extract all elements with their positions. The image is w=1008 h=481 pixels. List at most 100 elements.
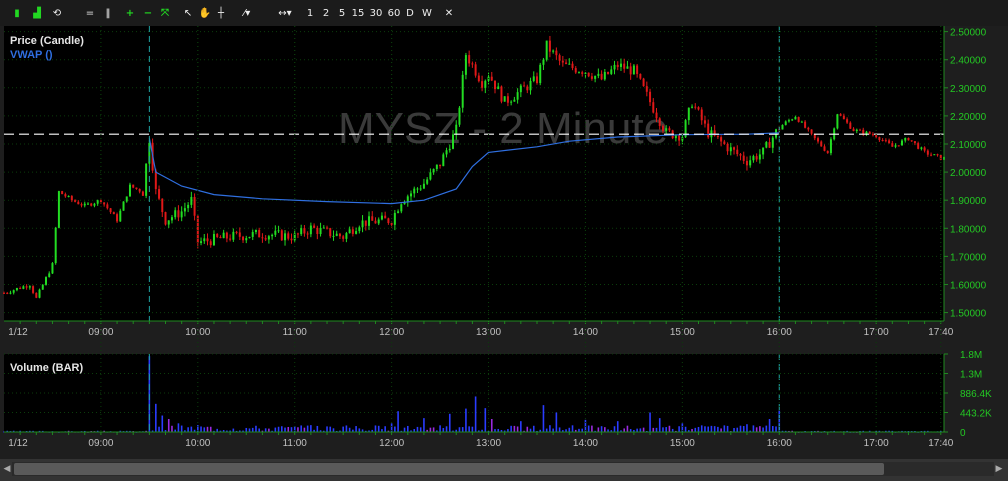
candle-body [361, 220, 364, 228]
volume-bar [684, 426, 687, 432]
draw-line-icon[interactable]: ⁄▾ [236, 6, 258, 22]
volume-bar [161, 415, 164, 432]
pause-icon[interactable]: ‖ [102, 6, 114, 22]
candle-body [755, 156, 758, 160]
candle-body [532, 76, 535, 81]
timeframe-15-button[interactable]: 15 [350, 6, 366, 22]
candle-body [180, 211, 183, 218]
candle-body [526, 86, 529, 91]
candle-body [590, 76, 593, 79]
price-panel[interactable] [4, 26, 944, 321]
volume-bar [345, 425, 348, 432]
candle-body [545, 40, 548, 60]
volume-bar [542, 405, 545, 432]
volume-bar [658, 418, 661, 432]
volume-x-tick-label: 1/12 [8, 438, 28, 449]
timeframe-1-button[interactable]: 1 [304, 6, 316, 22]
volume-bar [616, 421, 619, 432]
candle-body [639, 73, 642, 79]
candle-body [687, 107, 690, 121]
pointer-icon[interactable]: ↖ [182, 6, 194, 22]
candle-body [439, 164, 442, 167]
candle-body [610, 69, 613, 74]
timeframe-2-button[interactable]: 2 [320, 6, 332, 22]
crosshair-icon[interactable]: ┼ [214, 6, 228, 22]
chart-watermark: MYSZ - 2 Minute [338, 104, 668, 153]
candle-body [568, 63, 571, 65]
volume-bar [416, 426, 419, 432]
candle-body [733, 147, 736, 150]
volume-bar [600, 426, 603, 432]
scroll-horizontal-icon[interactable]: ↔▾ [274, 6, 296, 22]
timeframe-5-button[interactable]: 5 [336, 6, 348, 22]
fit-screen-icon[interactable]: ⤧ [158, 6, 172, 22]
candle-body [745, 160, 748, 166]
timeframe-weekly-button[interactable]: W [420, 6, 434, 22]
timeframe-30-button[interactable]: 30 [368, 6, 384, 22]
equal-lines-icon[interactable]: = [84, 6, 96, 22]
scroll-right-icon[interactable]: ▶ [994, 461, 1004, 477]
candle-body [74, 200, 77, 202]
volume-bar [474, 396, 477, 432]
volume-bar [300, 425, 302, 432]
volume-bar [461, 427, 464, 432]
candle-body [645, 86, 648, 92]
candle-body [15, 287, 18, 291]
scroll-thumb[interactable] [14, 463, 884, 475]
candle-body [481, 81, 484, 88]
volume-bar [639, 428, 642, 432]
candle-body [122, 201, 125, 211]
volume-bar [274, 427, 277, 432]
timeframe-daily-button[interactable]: D [404, 6, 416, 22]
close-icon[interactable]: ✕ [442, 6, 456, 22]
candle-body [587, 72, 590, 77]
volume-bar [329, 426, 332, 432]
candle-body [429, 172, 432, 180]
volume-bar [290, 427, 293, 432]
candle-body [694, 106, 697, 108]
hand-icon[interactable]: ✋ [198, 6, 212, 22]
candle-body [187, 204, 190, 209]
price-y-tick-label: 1.90000 [950, 196, 987, 207]
volume-bar [765, 425, 768, 432]
candle-body [720, 137, 723, 142]
candle-body [6, 292, 9, 294]
candle-body [490, 76, 493, 81]
candle-body [516, 92, 519, 100]
candle-body [636, 65, 639, 74]
candle-body [581, 72, 584, 74]
candle-body [77, 201, 80, 205]
volume-bar [306, 425, 309, 432]
timeframe-60-button[interactable]: 60 [386, 6, 402, 22]
volume-panel[interactable] [4, 354, 944, 432]
candle-body [723, 141, 726, 145]
candle-body [132, 184, 135, 188]
volume-bar [591, 425, 593, 432]
candle-body [632, 65, 635, 75]
volume-bar [549, 425, 551, 432]
chart-canvas[interactable]: MYSZ - 2 Minute 1.50000 1.60000 1.70000 1.8… [0, 26, 1008, 459]
refresh-icon[interactable]: ⟲ [50, 6, 64, 22]
volume-bar [297, 427, 299, 432]
candle-body [445, 150, 448, 155]
candle-body [787, 120, 790, 122]
volume-bar [768, 419, 771, 432]
candle-body [649, 91, 652, 103]
chart-type-icon[interactable]: ▟ [30, 6, 44, 22]
volume-bar [394, 426, 396, 432]
zoom-out-icon[interactable]: − [142, 6, 154, 22]
volume-bar [520, 421, 522, 432]
zoom-in-icon[interactable]: + [124, 6, 136, 22]
volume-bar [613, 426, 616, 432]
candle-body [448, 148, 451, 151]
candle-body [565, 62, 568, 65]
volume-bar [710, 425, 713, 432]
candle-body [351, 229, 354, 234]
show-volume-icon[interactable]: ▮ [10, 6, 24, 22]
volume-bar [720, 428, 722, 432]
candle-body [797, 116, 800, 122]
candle-body [891, 143, 894, 147]
scroll-left-icon[interactable]: ◀ [2, 461, 12, 477]
horizontal-scrollbar[interactable]: ◀ ▶ [0, 459, 1008, 481]
volume-bar [374, 425, 377, 432]
